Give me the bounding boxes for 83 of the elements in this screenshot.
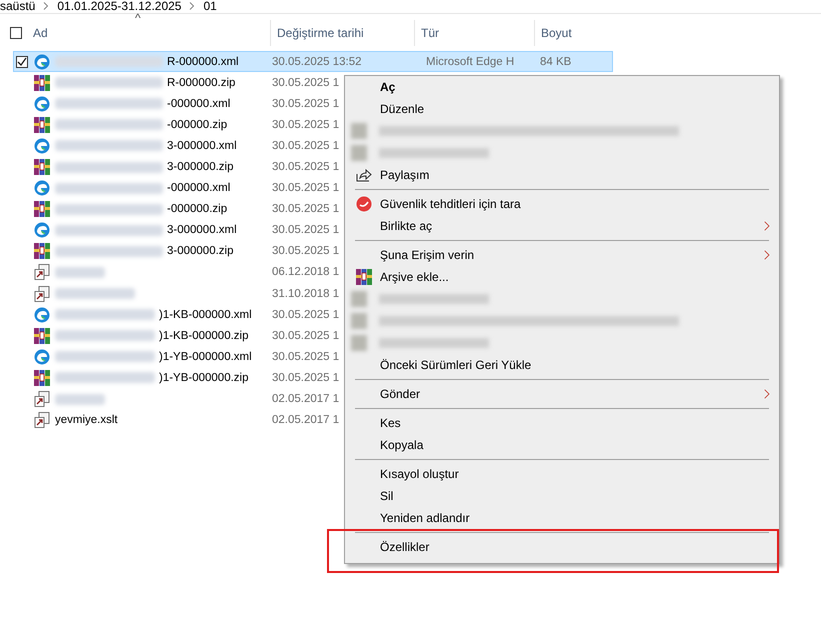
chevron-icon [189, 2, 196, 10]
menu-item[interactable]: Sil [345, 485, 779, 507]
file-name: -000000.xml [167, 98, 230, 110]
archive-icon [34, 201, 50, 218]
archive-icon [34, 74, 50, 91]
menu-item[interactable]: Kopyala [345, 434, 779, 456]
file-date: 30.05.2025 1 [271, 203, 340, 216]
archive-icon [34, 116, 50, 133]
file-date: 06.12.2018 1 [271, 266, 340, 278]
file-date: 30.05.2025 1 [271, 140, 340, 152]
archive-icon [34, 328, 50, 344]
file-date: 30.05.2025 1 [271, 118, 340, 131]
file-name: R-000000.zip [167, 76, 236, 89]
column-header[interactable]: Değiştirme tarihi [270, 20, 414, 46]
file-name: -000000.zip [167, 203, 228, 216]
edge-icon [34, 180, 50, 196]
edge-icon [34, 54, 50, 70]
file-date: 30.05.2025 1 [271, 76, 340, 89]
menu-item[interactable]: Kes [345, 412, 779, 434]
file-name: )1-KB-000000.xml [159, 308, 252, 321]
archive-icon [34, 243, 50, 260]
file-name: )1-KB-000000.zip [159, 330, 248, 342]
file-name: )1-YB-000000.zip [159, 372, 248, 384]
edge-icon [34, 306, 50, 323]
shortcut-file-icon [34, 286, 50, 302]
column-header[interactable]: Tür [414, 20, 534, 46]
menu-item[interactable]: Paylaşım [345, 164, 779, 186]
share-icon [356, 168, 372, 182]
file-date: 30.05.2025 1 [271, 372, 340, 384]
file-name: 3-000000.zip [167, 245, 234, 258]
file-row[interactable]: )1-KB-000000.zip 30.05.2025 1 [13, 325, 613, 346]
row-checkbox[interactable] [16, 56, 28, 68]
breadcrumb-item[interactable]: saüstü [0, 0, 36, 12]
select-all-checkbox[interactable] [10, 27, 22, 39]
edge-icon [34, 222, 50, 238]
file-date: 30.05.2025 1 [271, 161, 340, 174]
column-header[interactable]: Boyut [534, 20, 612, 46]
edge-icon [34, 348, 50, 365]
breadcrumb-item[interactable]: 01.01.2025-31.12.2025 [57, 0, 182, 12]
chevron-icon [43, 2, 50, 10]
file-row[interactable]: )1-KB-000000.xml 30.05.2025 1 [13, 304, 613, 326]
file-date: 30.05.2025 1 [271, 245, 340, 258]
file-row[interactable]: R-000000.xml 30.05.2025 13:52 Microsoft Edge H 84 KB [13, 51, 613, 72]
file-date: 02.05.2017 1 [271, 414, 340, 426]
shortcut-file-icon [34, 264, 50, 280]
archive-icon [34, 159, 50, 176]
file-row[interactable]: 3-000000.xml 30.05.2025 1 [13, 135, 613, 156]
breadcrumb-item[interactable]: 01 [203, 0, 217, 12]
file-name: R-000000.xml [167, 56, 239, 68]
menu-item[interactable]: Özellikler [345, 536, 779, 558]
archive-icon [34, 370, 50, 386]
menu-item[interactable]: Gönder [345, 383, 779, 405]
file-date: 02.05.2017 1 [271, 393, 340, 406]
menu-item[interactable]: Güvenlik tehditleri için tara [345, 193, 779, 215]
file-date: 30.05.2025 13:52 [271, 56, 362, 68]
menu-item[interactable]: Önceki Sürümleri Geri Yükle [345, 354, 779, 376]
shortcut-file-icon [34, 391, 50, 408]
archive-icon [356, 269, 372, 285]
menu-item[interactable]: Birlikte aç [345, 215, 779, 237]
file-date: 30.05.2025 1 [271, 308, 340, 321]
file-date: 30.05.2025 1 [271, 350, 340, 363]
file-date: 30.05.2025 1 [271, 224, 340, 236]
shortcut-file-icon [34, 412, 50, 428]
file-date: 30.05.2025 1 [271, 98, 340, 110]
menu-item[interactable]: Yeniden adlandır [345, 507, 779, 529]
file-date: 30.05.2025 1 [271, 182, 340, 194]
file-name: 3-000000.xml [167, 140, 237, 152]
edge-icon [34, 138, 50, 154]
file-name: 3-000000.xml [167, 224, 237, 236]
file-name: -000000.zip [167, 118, 228, 131]
file-name: )1-YB-000000.xml [159, 350, 252, 363]
file-date: 30.05.2025 1 [271, 330, 340, 342]
file-name: yevmiye.xslt [55, 414, 118, 426]
edge-icon [34, 96, 50, 112]
menu-item[interactable]: Kısayol oluştur [345, 463, 779, 485]
menu-item[interactable]: Şuna Erişim verin [345, 244, 779, 266]
file-name: 3-000000.zip [167, 161, 234, 174]
security-scan-icon [356, 196, 372, 212]
file-type: Microsoft Edge H [425, 56, 514, 68]
file-name: -000000.xml [167, 182, 230, 194]
menu-item[interactable]: Aç [345, 76, 779, 98]
file-size: 84 KB [540, 56, 572, 68]
file-date: 31.10.2018 1 [271, 288, 340, 300]
